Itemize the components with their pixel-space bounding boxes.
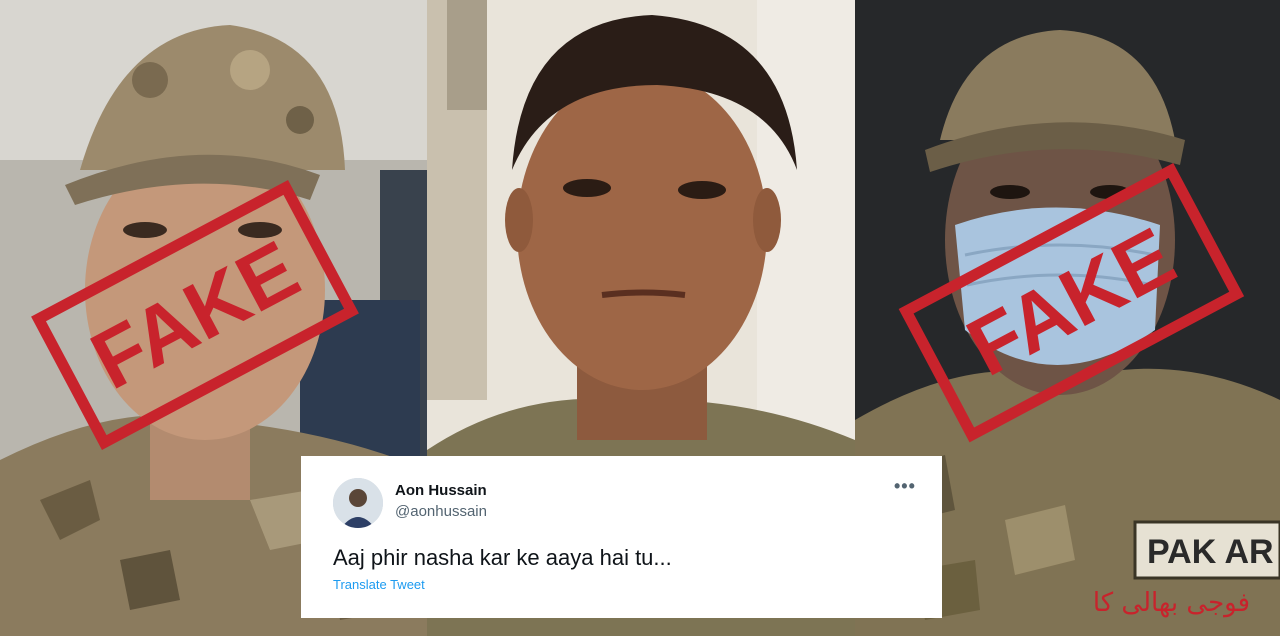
tweet-author-handle[interactable]: @aonhussain xyxy=(395,503,487,520)
tweet-text: Aaj phir nasha kar ke aaya hai tu... xyxy=(333,545,672,570)
tweet-author-name[interactable]: Aon Hussain xyxy=(395,482,487,499)
avatar[interactable] xyxy=(333,478,383,528)
name-patch: PAK AR xyxy=(1147,533,1274,571)
urdu-overlay-caption: فوجی بھالی کا xyxy=(1092,588,1250,618)
translate-tweet-link[interactable]: Translate Tweet xyxy=(333,577,425,592)
tweet-card[interactable]: Aon Hussain @aonhussain ••• Aaj phir nas… xyxy=(301,456,942,618)
more-horizontal-icon[interactable]: ••• xyxy=(894,476,916,497)
